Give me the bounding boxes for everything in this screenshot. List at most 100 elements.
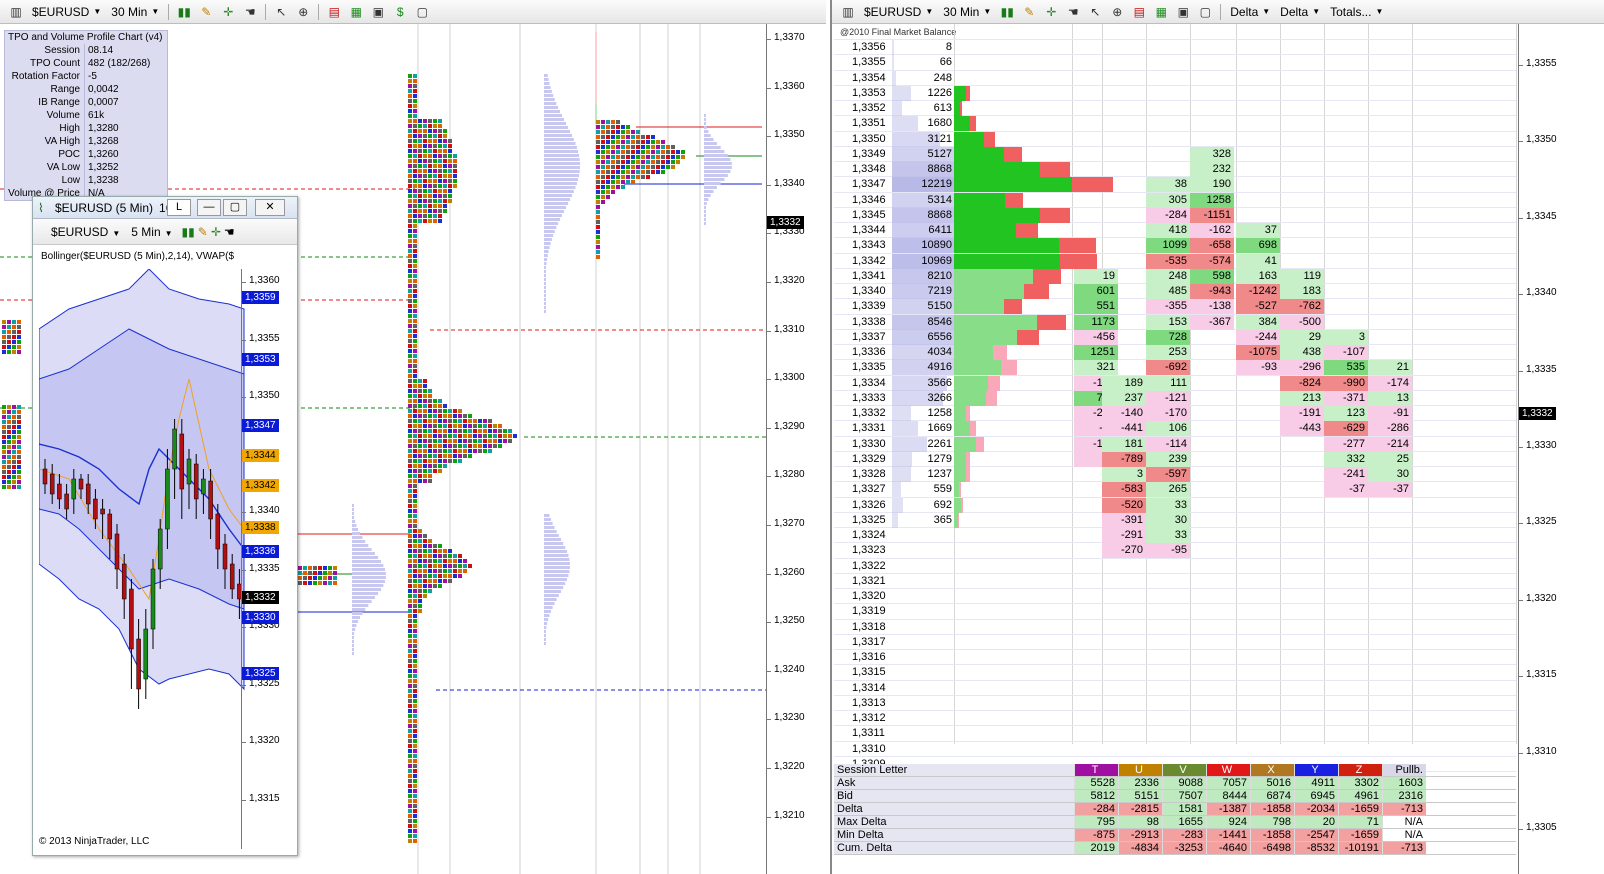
price-row[interactable]: 1,3314 bbox=[834, 681, 1074, 696]
data-box-icon[interactable]: ▢ bbox=[412, 3, 432, 21]
price-row[interactable]: 1,3325 365 bbox=[834, 512, 1074, 528]
link-icon[interactable]: L bbox=[167, 199, 191, 216]
instrument-selector[interactable]: $EURUSD ▼ bbox=[51, 225, 120, 239]
price-row[interactable]: 1,3350 3121 bbox=[834, 131, 1074, 147]
price-row[interactable]: 1,3311 bbox=[834, 726, 1074, 741]
price-row[interactable]: 1,3352 613 bbox=[834, 101, 1074, 116]
price-row[interactable]: 1,3356 8 bbox=[834, 40, 1074, 55]
cursor-icon[interactable]: ↖ bbox=[271, 3, 291, 21]
hand-icon[interactable]: ☚ bbox=[240, 3, 260, 21]
instrument-selector[interactable]: $EURUSD ▼ bbox=[860, 2, 937, 22]
delta-button-1[interactable]: Delta ▼ bbox=[1226, 2, 1274, 22]
price-row[interactable]: 1,3349 5127 bbox=[834, 146, 1074, 162]
price-row[interactable]: 1,3318 bbox=[834, 620, 1074, 635]
price-row[interactable]: 1,3340 7219 bbox=[834, 284, 1074, 299]
indicators-icon[interactable]: ▤ bbox=[1129, 3, 1149, 21]
price-row[interactable]: 1,3336 4034 bbox=[834, 345, 1074, 360]
left-chart-pane[interactable]: ▥ $EURUSD ▼ 30 Min ▼ ▮▮ ✎ ✛ ☚ ↖ ⊕ ▤ ▦ ▣ $ … bbox=[0, 0, 826, 874]
price-row[interactable]: 1,3355 66 bbox=[834, 55, 1074, 71]
price-row[interactable]: 1,3330 2261 bbox=[834, 436, 1074, 452]
price-row[interactable]: 1,3322 bbox=[834, 559, 1074, 574]
interval-selector[interactable]: 30 Min ▼ bbox=[939, 2, 995, 22]
child-chart-window[interactable]: ⌇ $EURUSD (5 Min) 16 L — ▢ ✕ $EURUSD ▼ 5 … bbox=[32, 196, 298, 856]
right-chart-pane[interactable]: ▥ $EURUSD ▼ 30 Min ▼ ▮▮ ✎ ✛ ☚ ↖ ⊕ ▤ ▦ ▣ ▢ … bbox=[830, 0, 1604, 874]
data-box-icon[interactable]: ▢ bbox=[1195, 3, 1215, 21]
zoom-icon[interactable]: ⊕ bbox=[1107, 3, 1127, 21]
pencil-icon[interactable]: ✎ bbox=[198, 225, 208, 239]
dollar-icon[interactable]: $ bbox=[390, 3, 410, 21]
price-row[interactable]: 1,3320 bbox=[834, 589, 1074, 604]
strategies-icon[interactable]: ▦ bbox=[346, 3, 366, 21]
price-row[interactable]: 1,3326 692 bbox=[834, 497, 1074, 513]
strategies-icon[interactable]: ▦ bbox=[1151, 3, 1171, 21]
chart-icon[interactable]: ▥ bbox=[838, 3, 858, 21]
properties-icon[interactable]: ▣ bbox=[368, 3, 388, 21]
indicators-icon[interactable]: ▤ bbox=[324, 3, 344, 21]
price-row[interactable]: 1,3345 8868 bbox=[834, 207, 1074, 223]
price-row[interactable]: 1,3347 12219 bbox=[834, 177, 1113, 193]
close-button[interactable]: ✕ bbox=[255, 199, 285, 216]
child-window-titlebar[interactable]: ⌇ $EURUSD (5 Min) 16 L — ▢ ✕ bbox=[33, 197, 297, 219]
crosshair-icon[interactable]: ✛ bbox=[218, 3, 238, 21]
bar-type-icon[interactable]: ▮▮ bbox=[182, 225, 195, 239]
price-row[interactable]: 1,3323 bbox=[834, 543, 1074, 558]
price-row[interactable]: 1,3315 bbox=[834, 665, 1074, 680]
price-row[interactable]: 1,3344 6411 bbox=[834, 223, 1074, 238]
right-price-axis[interactable]: 1,3355 1,3350 1,3345 1,3340 1,3335 1,3330 1,33… bbox=[1518, 24, 1604, 874]
bar-type-icon[interactable]: ▮▮ bbox=[174, 3, 194, 21]
price-row[interactable]: 1,3337 6556 bbox=[834, 329, 1074, 345]
price-row[interactable]: 1,3335 4916 bbox=[834, 360, 1074, 376]
hand-icon[interactable]: ☚ bbox=[1063, 3, 1083, 21]
toolbar-separator bbox=[168, 3, 170, 20]
delta-button-2[interactable]: Delta ▼ bbox=[1276, 2, 1324, 22]
price-row[interactable]: 1,3321 bbox=[834, 574, 1074, 589]
pencil-icon[interactable]: ✎ bbox=[196, 3, 216, 21]
price-row[interactable]: 1,3331 1669 bbox=[834, 421, 1074, 437]
minimize-button[interactable]: — bbox=[197, 199, 221, 216]
price-row[interactable]: 1,3317 bbox=[834, 635, 1074, 650]
properties-icon[interactable]: ▣ bbox=[1173, 3, 1193, 21]
pencil-icon[interactable]: ✎ bbox=[1019, 3, 1039, 21]
price-row[interactable]: 1,3333 3266 bbox=[834, 390, 1074, 406]
cursor-icon[interactable]: ↖ bbox=[1085, 3, 1105, 21]
summary-label: Cum. Delta bbox=[834, 842, 1074, 854]
price-row[interactable]: 1,3324 bbox=[834, 528, 1074, 543]
price-row[interactable]: 1,3339 5150 bbox=[834, 299, 1074, 315]
maximize-button[interactable]: ▢ bbox=[223, 199, 247, 216]
price-row[interactable]: 1,3313 bbox=[834, 696, 1074, 711]
totals-button[interactable]: Totals... ▼ bbox=[1326, 2, 1387, 22]
left-price-axis[interactable]: 1,3370 1,3360 1,3350 1,3340 1,3330 1,3320 1,33… bbox=[766, 24, 826, 874]
price-row[interactable]: 1,3328 1237 bbox=[834, 467, 1074, 482]
price-row[interactable]: 1,3343 10890 bbox=[834, 238, 1096, 254]
price-row[interactable]: 1,3342 10969 bbox=[834, 253, 1097, 269]
price-row[interactable]: 1,3348 8868 bbox=[834, 162, 1074, 177]
bar-type-icon[interactable]: ▮▮ bbox=[997, 3, 1017, 21]
tpo-block bbox=[408, 619, 412, 623]
price-row[interactable]: 1,3310 bbox=[834, 742, 1074, 757]
price-row[interactable]: 1,3329 1279 bbox=[834, 451, 1074, 467]
volume-bar bbox=[352, 572, 386, 575]
crosshair-icon[interactable]: ✛ bbox=[1041, 3, 1061, 21]
price-row[interactable]: 1,3346 5314 bbox=[834, 192, 1074, 208]
hand-icon[interactable]: ☚ bbox=[224, 225, 235, 239]
price-row[interactable]: 1,3341 8210 bbox=[834, 268, 1074, 284]
price-row[interactable]: 1,3332 1258 bbox=[834, 406, 1074, 421]
price-row[interactable]: 1,3316 bbox=[834, 650, 1074, 665]
price-row[interactable]: 1,3319 bbox=[834, 604, 1074, 619]
price-row[interactable]: 1,3334 3566 bbox=[834, 375, 1074, 391]
interval-selector[interactable]: 5 Min ▼ bbox=[131, 225, 172, 239]
crosshair-icon[interactable]: ✛ bbox=[211, 225, 221, 239]
interval-selector[interactable]: 30 Min ▼ bbox=[107, 2, 163, 22]
price-row[interactable]: 1,3327 559 bbox=[834, 482, 1074, 498]
price-row[interactable]: 1,3353 1226 bbox=[834, 85, 1074, 101]
zoom-icon[interactable]: ⊕ bbox=[293, 3, 313, 21]
price-row[interactable]: 1,3312 bbox=[834, 711, 1074, 726]
tpo-block bbox=[621, 150, 625, 154]
price-row[interactable]: 1,3351 1680 bbox=[834, 116, 1074, 132]
instrument-selector[interactable]: $EURUSD ▼ bbox=[28, 2, 105, 22]
price-row[interactable]: 1,3338 8546 bbox=[834, 314, 1074, 330]
footprint-grid[interactable]: @2010 Final Market Balance 1,3356 8 1,3355… bbox=[834, 24, 1517, 874]
chart-icon[interactable]: ▥ bbox=[6, 3, 26, 21]
tpo-block bbox=[408, 129, 412, 133]
price-row[interactable]: 1,3354 248 bbox=[834, 70, 1074, 86]
